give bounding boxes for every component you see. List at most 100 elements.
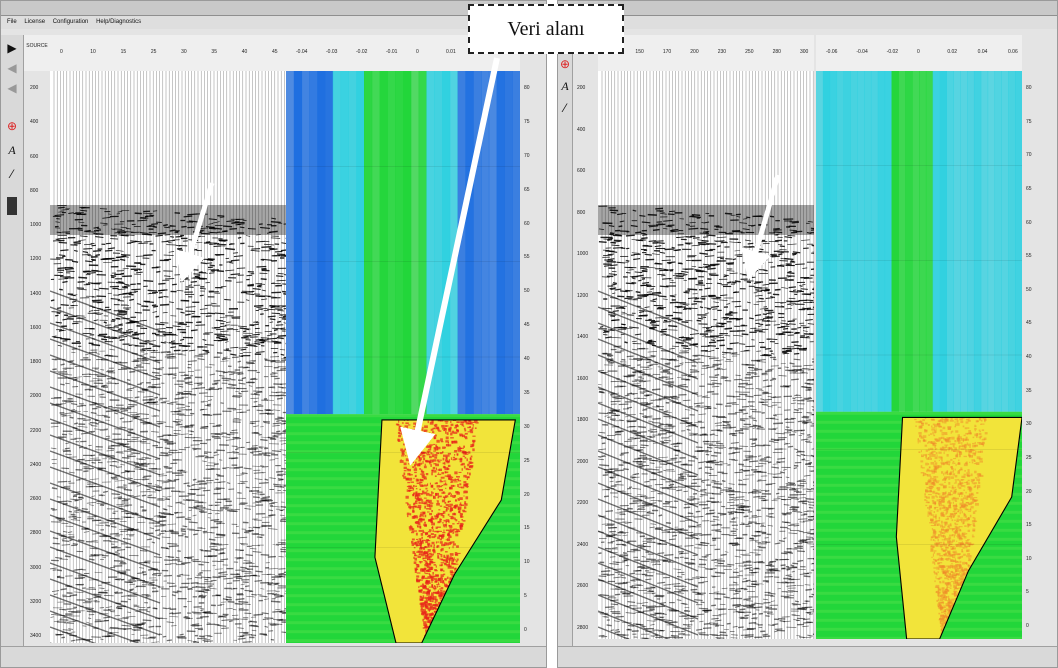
crosshair-icon[interactable]: ⊕	[558, 57, 572, 71]
axis-tick-label: 200	[30, 85, 39, 91]
spectrum-band	[426, 71, 435, 415]
axis-tick-label: 20	[1026, 488, 1032, 495]
spectrum-band	[449, 71, 459, 415]
axis-tick-label: 3000	[30, 564, 42, 571]
axis-tick-label: -0.03	[326, 49, 338, 55]
axis-tick-label: 2800	[577, 625, 589, 631]
spectrum-band	[967, 71, 975, 412]
status-bar	[1, 646, 546, 667]
axis-tick-label: 1200	[30, 256, 42, 263]
source-label-box: SOURCE	[24, 35, 50, 71]
seismic-gather-panel[interactable]	[50, 71, 286, 643]
filtered-fk-spectrum-panel[interactable]	[816, 71, 1022, 639]
window-title-bar[interactable]	[1, 1, 546, 16]
axis-tick-label: 15	[120, 49, 127, 55]
axis-tick-label: 280	[772, 49, 781, 55]
axis-tick-label: 2200	[30, 427, 42, 434]
source-label: SOURCE	[26, 43, 48, 49]
annotate-icon[interactable]: A	[558, 79, 572, 93]
axis-tick-label: 25	[1026, 454, 1032, 461]
play-icon[interactable]: ▶	[5, 41, 19, 55]
axis-tick-label: 55	[524, 254, 530, 261]
axis-tick-label: 0	[416, 49, 419, 55]
axis-tick-label: 30	[181, 49, 187, 55]
spectrum-band	[1001, 71, 1009, 412]
crosshair-icon[interactable]: ⊕	[5, 119, 19, 133]
axis-tick-label: -0.04	[856, 49, 868, 55]
spectrum-band	[356, 71, 365, 415]
spectrum-band	[348, 71, 357, 415]
axis-tick-label: 35	[524, 389, 530, 396]
menu-help[interactable]: Help/Diagnostics	[96, 19, 141, 25]
axis-tick-label: 25	[150, 49, 157, 55]
axis-tick-label: 75	[524, 118, 530, 125]
axis-tick-label: 600	[577, 168, 586, 175]
spectrum-band	[987, 71, 996, 412]
data-area-callout: Veri alanı	[468, 4, 624, 54]
axis-tick-label: 0	[1026, 623, 1029, 629]
spectrum-band	[994, 71, 1002, 412]
palette-icon[interactable]	[7, 197, 17, 215]
axis-tick-label: 65	[1026, 185, 1032, 192]
spectrum-band	[973, 71, 982, 412]
axis-tick-label: -0.04	[296, 49, 308, 55]
spectrum-band	[286, 71, 295, 415]
menu-configuration[interactable]: Configuration	[53, 19, 89, 25]
axis-tick-label: 50	[524, 288, 530, 295]
annotate-icon[interactable]: A	[5, 143, 19, 157]
axis-tick-label: 60	[524, 220, 530, 227]
spectrum-band	[504, 71, 513, 415]
axis-tick-label: 5	[1026, 589, 1029, 596]
fk-spectrum-panel[interactable]	[286, 71, 520, 643]
axis-tick-label: 1800	[30, 359, 42, 365]
spectrum-band	[939, 71, 947, 412]
back-icon[interactable]: ◀	[5, 61, 19, 75]
spectrum-band	[325, 71, 334, 415]
axis-tick-label: 40	[1026, 354, 1032, 360]
draw-icon[interactable]: ⁄	[558, 101, 572, 115]
back-faded-icon[interactable]: ◀	[5, 81, 19, 95]
axis-tick-label: -0.02	[886, 49, 899, 55]
axis-tick-label: 45	[272, 49, 278, 55]
seismic-energy	[598, 205, 814, 639]
axis-tick-label: 40	[241, 49, 248, 55]
axis-tick-label: 30	[1026, 421, 1032, 428]
axis-tick-label: 0.02	[947, 49, 958, 55]
menu-license[interactable]: License	[24, 19, 45, 25]
window-title-bar[interactable]	[558, 1, 1057, 16]
spectrum-band	[317, 71, 326, 415]
spectrum-band	[822, 71, 831, 412]
axis-tick-label: 0	[60, 49, 63, 55]
axis-tick-label: 0.01	[446, 49, 456, 55]
spectrum-band	[919, 71, 927, 412]
draw-icon[interactable]: ⁄	[5, 167, 19, 181]
axis-tick-label: 1600	[30, 324, 42, 331]
spectrum-band	[816, 71, 824, 412]
spectrum-band	[1015, 71, 1022, 412]
axis-tick-label: 55	[1026, 253, 1032, 260]
axis-tick-label: 1400	[30, 290, 42, 297]
axis-tick-label: 0.06	[1008, 49, 1018, 55]
offset-axis: 120150170200230250280300	[598, 35, 814, 71]
axis-tick-label: 30	[524, 423, 530, 430]
spectrum-stripe	[816, 411, 1022, 415]
axis-tick-label: 75	[1026, 118, 1032, 125]
time-axis: 200 400 600 800 1000 1200 1400 1600 1800 2000 2200…	[24, 71, 50, 649]
axis-tick-label: 150	[635, 49, 644, 55]
spectrum-band	[891, 71, 899, 412]
menu-file[interactable]: File	[7, 19, 17, 25]
spectrum-band	[332, 71, 342, 415]
axis-tick-label: 65	[524, 186, 530, 193]
first-arrival-band	[50, 205, 286, 235]
time-axis: 200 400 600 800 1000 1200 1400 1600 1800 2000 2200…	[573, 71, 598, 641]
spectrum-band	[884, 71, 893, 412]
spectrum-band	[340, 71, 349, 415]
spectrum-band	[457, 71, 466, 415]
axis-tick-label: 0	[917, 49, 920, 55]
filtered-seismic-panel[interactable]	[598, 71, 814, 639]
axis-tick-label: 1400	[577, 334, 589, 341]
axis-tick-label: 1000	[577, 251, 589, 258]
axis-tick-label: 50	[1026, 286, 1032, 293]
spectrum-band	[960, 71, 968, 412]
axis-tick-label: 2400	[30, 461, 42, 468]
